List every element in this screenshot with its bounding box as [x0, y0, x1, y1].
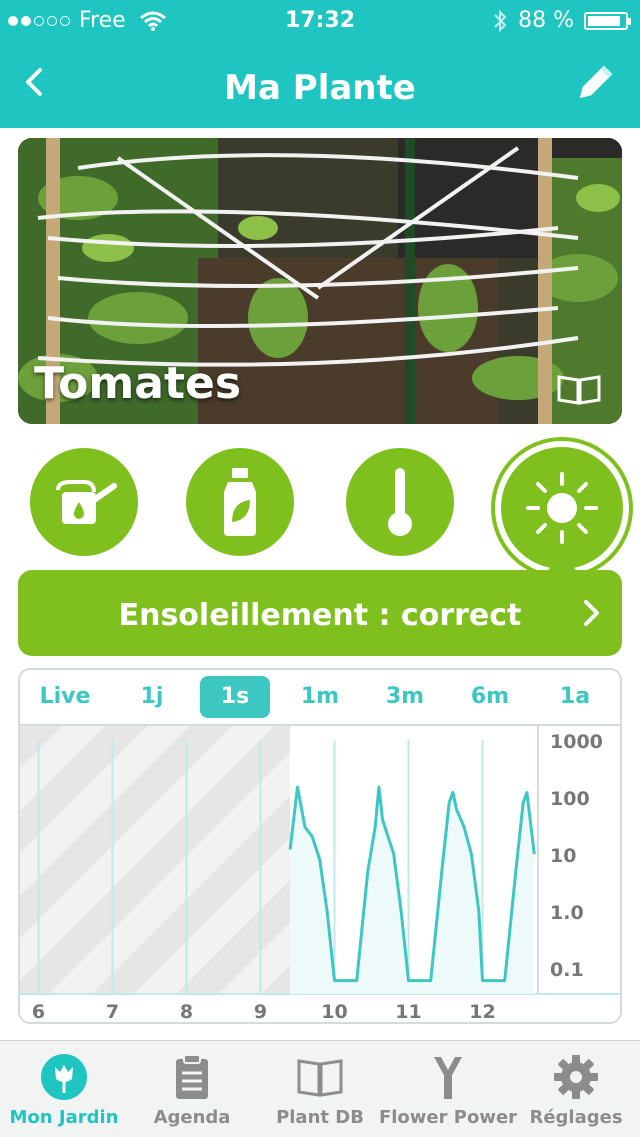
fertilizer-bottle-icon	[224, 468, 256, 536]
temperature-button[interactable]	[346, 448, 454, 556]
y-tick-label: 100	[550, 788, 590, 810]
tab-agenda[interactable]: Agenda	[128, 1041, 256, 1137]
period-1s[interactable]: 1s	[200, 676, 270, 718]
chart-plot: 1000 100 10 1.0 0.1 6 7 8 9 10 11 12	[20, 726, 620, 1023]
period-1j[interactable]: 1j	[117, 676, 187, 718]
gear-icon	[554, 1055, 598, 1099]
watering-can-icon	[56, 480, 117, 524]
tab-bar: Mon Jardin Agenda Plant DB Flower Power	[0, 1040, 640, 1137]
period-6m[interactable]: 6m	[455, 676, 525, 718]
banner-pointer	[548, 556, 576, 570]
tab-mon-jardin[interactable]: Mon Jardin	[0, 1041, 128, 1137]
x-tick-label: 6	[32, 1001, 45, 1023]
book-icon	[297, 1059, 343, 1097]
tulip-icon	[41, 1054, 87, 1100]
page-title: Ma Plante	[224, 68, 416, 108]
tab-reglages[interactable]: Réglages	[512, 1041, 640, 1137]
y-tick-label: 1000	[550, 731, 603, 753]
period-live[interactable]: Live	[30, 676, 100, 718]
y-tick-label: 1.0	[550, 902, 584, 924]
plant-photo[interactable]: Tomates	[18, 138, 622, 424]
tab-flower-power[interactable]: Flower Power	[379, 1041, 517, 1137]
flower-power-sensor-icon	[434, 1057, 462, 1099]
series-area	[290, 787, 535, 994]
x-tick-label: 11	[395, 1001, 421, 1023]
navigation-bar: Ma Plante	[0, 40, 640, 128]
battery-percentage: 88 %	[518, 8, 574, 33]
x-tick-label: 7	[106, 1001, 119, 1023]
tab-label: Agenda	[153, 1107, 231, 1128]
x-tick-label: 9	[254, 1001, 267, 1023]
tab-label: Flower Power	[378, 1107, 518, 1128]
chevron-right-icon	[584, 600, 599, 626]
period-3m[interactable]: 3m	[370, 676, 440, 718]
bluetooth-icon	[494, 9, 507, 32]
period-1m[interactable]: 1m	[285, 676, 355, 718]
plant-guide-button[interactable]	[556, 372, 602, 406]
y-tick-label: 0.1	[550, 959, 584, 981]
light-button[interactable]	[495, 441, 629, 575]
x-tick-label: 12	[469, 1001, 495, 1023]
light-status-text: Ensoleillement : correct	[118, 598, 522, 633]
status-bar: Free 17:32 88 %	[0, 0, 640, 40]
edit-button[interactable]	[572, 62, 616, 106]
x-tick-label: 10	[321, 1001, 347, 1023]
y-tick-label: 10	[550, 845, 576, 867]
watering-button[interactable]	[30, 448, 138, 556]
tab-label: Plant DB	[276, 1107, 364, 1128]
tab-label: Réglages	[529, 1107, 623, 1128]
plant-name: Tomates	[34, 358, 242, 409]
thermometer-icon	[388, 468, 412, 536]
light-status-banner[interactable]: Ensoleillement : correct	[18, 556, 622, 656]
x-tick-label: 8	[180, 1001, 193, 1023]
clipboard-icon	[176, 1054, 208, 1099]
tab-plant-db[interactable]: Plant DB	[256, 1041, 384, 1137]
fertilizer-button[interactable]	[186, 448, 294, 556]
sun-icon	[526, 472, 598, 544]
light-chart: Live 1j 1s 1m 3m 6m 1a 1000 100 10 1.0 0.1 6 7 8 9 10 11…	[18, 668, 622, 1024]
period-1a[interactable]: 1a	[540, 676, 610, 718]
period-selector: Live 1j 1s 1m 3m 6m 1a	[20, 670, 620, 726]
no-data-region	[20, 726, 291, 994]
battery-icon	[584, 11, 631, 30]
